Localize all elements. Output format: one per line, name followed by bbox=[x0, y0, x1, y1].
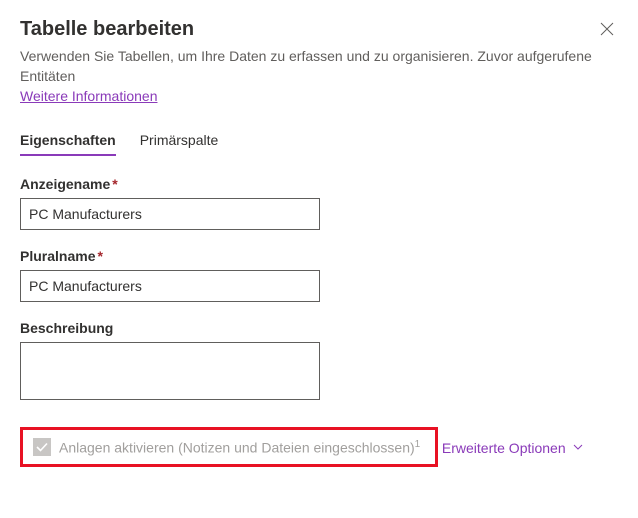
panel-subtitle: Verwenden Sie Tabellen, um Ihre Daten zu… bbox=[20, 47, 618, 86]
chevron-down-icon bbox=[572, 440, 584, 456]
advanced-options-label: Erweiterte Optionen bbox=[442, 440, 566, 456]
display-name-label: Anzeigename* bbox=[20, 176, 618, 192]
attachments-checkbox-row: Anlagen aktivieren (Notizen und Dateien … bbox=[33, 438, 420, 456]
description-input[interactable] bbox=[20, 342, 320, 400]
required-marker: * bbox=[97, 248, 102, 264]
more-info-link[interactable]: Weitere Informationen bbox=[20, 88, 157, 104]
tab-properties[interactable]: Eigenschaften bbox=[20, 126, 116, 156]
attachments-checkbox-text: Anlagen aktivieren (Notizen und Dateien … bbox=[59, 440, 415, 456]
attachments-checkbox-label: Anlagen aktivieren (Notizen und Dateien … bbox=[59, 439, 420, 456]
close-icon bbox=[600, 22, 614, 36]
display-name-label-text: Anzeigename bbox=[20, 176, 110, 192]
display-name-input[interactable] bbox=[20, 198, 320, 230]
attachments-footnote: 1 bbox=[415, 439, 421, 450]
checkmark-icon bbox=[36, 441, 48, 453]
plural-name-label-text: Pluralname bbox=[20, 248, 95, 264]
tab-primary-column[interactable]: Primärspalte bbox=[140, 126, 219, 156]
panel-title: Tabelle bearbeiten bbox=[20, 18, 194, 41]
plural-name-label: Pluralname* bbox=[20, 248, 618, 264]
attachments-checkbox bbox=[33, 438, 51, 456]
description-label: Beschreibung bbox=[20, 320, 618, 336]
attachments-highlight: Anlagen aktivieren (Notizen und Dateien … bbox=[20, 427, 438, 467]
plural-name-input[interactable] bbox=[20, 270, 320, 302]
required-marker: * bbox=[112, 176, 117, 192]
advanced-options-toggle[interactable]: Erweiterte Optionen bbox=[442, 440, 584, 456]
close-button[interactable] bbox=[596, 18, 618, 44]
tab-bar: Eigenschaften Primärspalte bbox=[20, 126, 618, 156]
